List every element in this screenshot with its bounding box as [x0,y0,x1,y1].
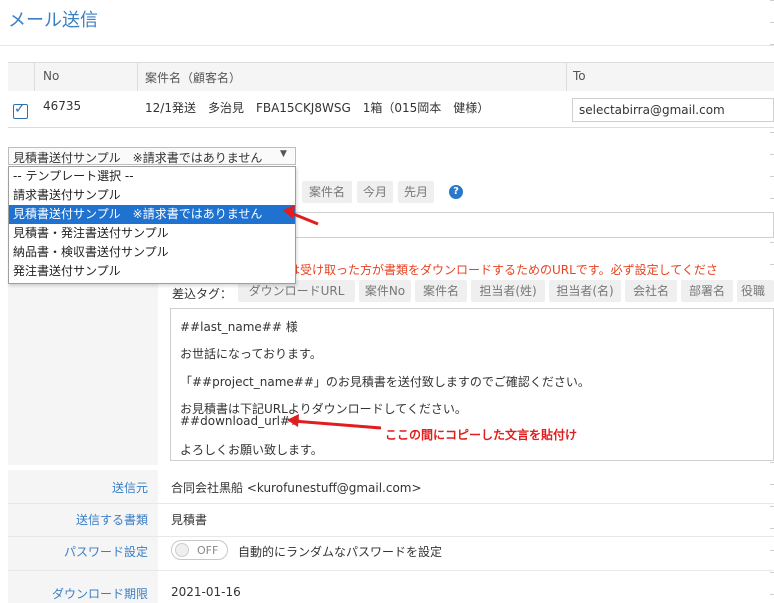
chevron-down-icon: ▼ [280,149,287,159]
toggle-knob [175,543,189,557]
insert-tag-first-name[interactable]: 担当者(名) [549,280,621,302]
question-circle-icon[interactable]: ? [449,185,463,199]
selection-arrow-icon [283,205,319,226]
annotation-note: ここの間にコピーした文言を貼付け [385,428,578,442]
expiry-value: 2021-01-16 [171,585,241,599]
row-checkbox[interactable] [13,101,28,119]
password-toggle[interactable]: OFF [171,540,228,560]
sender-label: 送信元 [111,481,148,495]
template-select[interactable]: 見積書送付サンプル ※請求書ではありません [8,147,296,165]
body-line: ##download_url## [180,414,301,428]
column-header-no: No [43,69,60,83]
insert-tag-department[interactable]: 部署名 [681,280,733,302]
dropdown-option[interactable]: 納品書・検収書送付サンプル [9,243,295,262]
body-line: ##last_name## 様 [180,320,298,334]
body-line: よろしくお願い致します。 [180,443,323,457]
insert-tag-last-name[interactable]: 担当者(姓) [471,280,545,302]
document-type-value: 見積書 [171,513,208,527]
dropdown-option[interactable]: 見積書・発注書送付サンプル [9,224,295,243]
dropdown-option[interactable]: 発注書送付サンプル [9,262,295,281]
to-email-input[interactable]: selectabirra@gmail.com [572,98,774,122]
subject-tag-last-month[interactable]: 先月 [398,181,434,203]
template-dropdown-list: -- テンプレート選択 -- 請求書送付サンプル 見積書送付サンプル ※請求書で… [8,166,296,284]
annotation-arrow-icon [287,414,382,430]
toggle-state: OFF [197,544,219,557]
insert-tags-label: 差込タグ： [172,287,233,301]
table-header [8,62,774,92]
body-line: お世話になっております。 [180,347,322,361]
insert-tag-company[interactable]: 会社名 [625,280,677,302]
subject-tag-project[interactable]: 案件名 [302,181,352,203]
insert-tag-project-no[interactable]: 案件No [359,280,411,302]
subject-tag-this-month[interactable]: 今月 [357,181,393,203]
page-title: メール送信 [8,10,98,31]
dropdown-option-selected[interactable]: 見積書送付サンプル ※請求書ではありません [9,205,295,224]
password-label: パスワード設定 [63,545,148,559]
title-divider [0,45,774,46]
column-header-project: 案件名（顧客名） [145,71,242,85]
body-line: 「##project_name##」のお見積書を送付致しますのでご確認ください。 [180,375,590,389]
column-header-to: To [573,69,586,83]
row-project-name: 12/1発送 多治見 FBA15CKJ8WSG 1箱（015岡本 健様） [145,101,490,115]
dropdown-option[interactable]: 請求書送付サンプル [9,186,295,205]
row-no: 46735 [43,99,82,113]
password-description: 自動的にランダムなパスワードを設定 [238,545,443,559]
insert-tag-title[interactable]: 役職 [737,280,774,302]
sender-value: 合同会社黒船 <kurofunestuff@gmail.com> [171,481,422,495]
url-notice: は受け取った方が書類をダウンロードするためのURLです。必ず設定してくださ [288,263,718,277]
expiry-label: ダウンロード期限 [51,587,148,601]
dropdown-option[interactable]: -- テンプレート選択 -- [9,167,295,186]
document-type-label: 送信する書類 [75,513,148,527]
insert-tag-project-name[interactable]: 案件名 [415,280,467,302]
